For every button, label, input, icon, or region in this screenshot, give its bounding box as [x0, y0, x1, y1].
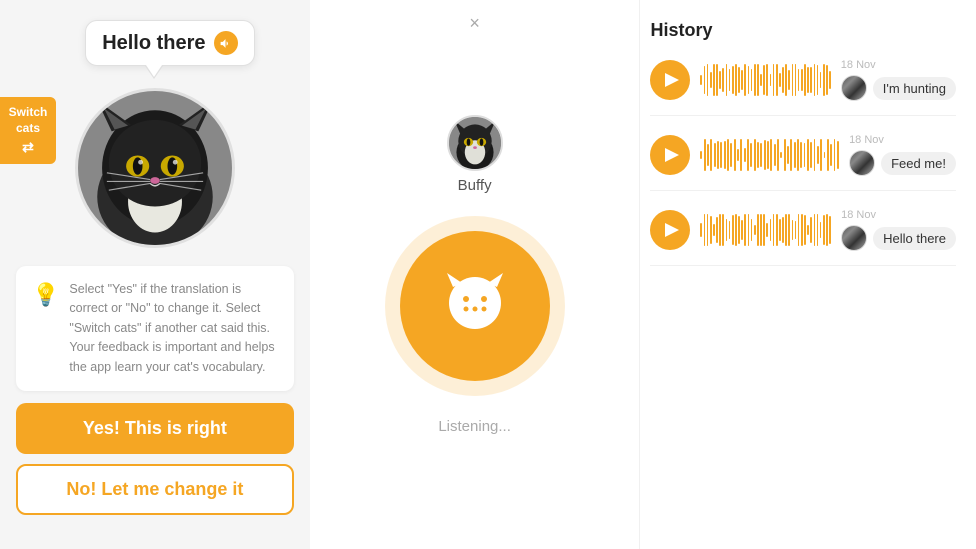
play-icon [665, 148, 679, 162]
waveform [700, 137, 839, 173]
switch-cats-arrows-icon: ⇄ [22, 138, 34, 156]
center-cat-name: Buffy [458, 177, 492, 194]
left-panel: Hello there Switch cats ⇄ [0, 0, 310, 549]
listening-text: Listening... [438, 418, 511, 435]
center-panel: × Buffy [310, 0, 640, 549]
play-button[interactable] [650, 210, 690, 250]
history-item: 18 Nov Hello there [650, 209, 956, 266]
history-label: Hello there [873, 227, 956, 250]
history-title: History [650, 20, 956, 41]
mic-button-inner [400, 231, 550, 381]
info-text: Select "Yes" if the translation is corre… [69, 280, 277, 377]
history-item: 18 Nov Feed me! [650, 134, 956, 191]
play-icon [665, 223, 679, 237]
speech-bubble: Hello there [85, 20, 254, 66]
history-date: 18 Nov [849, 134, 884, 146]
waveform [700, 212, 831, 248]
history-label: Feed me! [881, 152, 956, 175]
history-item-right: 18 Nov Feed me! [849, 134, 956, 176]
right-panel: History 18 NovI'm hunting18 NovFeed me!1… [639, 0, 976, 549]
history-cat-row: I'm hunting [841, 75, 956, 101]
history-item: 18 Nov I'm hunting [650, 59, 956, 116]
waveform [700, 62, 830, 98]
history-list: 18 Nov I'm hunting 18 Nov Feed me! 18 Nov Hel… [650, 59, 956, 266]
close-button[interactable]: × [469, 14, 480, 32]
switch-cats-button[interactable]: Switch cats ⇄ [0, 97, 56, 164]
mic-button[interactable] [385, 216, 565, 396]
speaker-icon[interactable] [214, 31, 238, 55]
history-date: 18 Nov [841, 209, 876, 221]
play-button[interactable] [650, 60, 690, 100]
history-avatar [849, 150, 875, 176]
translation-text: Hello there [102, 32, 205, 55]
history-label: I'm hunting [873, 77, 956, 100]
info-box: 💡 Select "Yes" if the translation is cor… [16, 266, 294, 391]
history-item-right: 18 Nov I'm hunting [841, 59, 956, 101]
history-cat-row: Feed me! [849, 150, 956, 176]
history-cat-row: Hello there [841, 225, 956, 251]
history-item-right: 18 Nov Hello there [841, 209, 956, 251]
history-avatar [841, 225, 867, 251]
play-icon [665, 73, 679, 87]
history-avatar [841, 75, 867, 101]
cat-avatar [75, 88, 235, 248]
no-button[interactable]: No! Let me change it [16, 464, 294, 515]
yes-button[interactable]: Yes! This is right [16, 403, 294, 454]
lightbulb-icon: 💡 [32, 282, 59, 308]
center-cat-avatar [447, 115, 503, 171]
switch-cats-label: Switch cats [8, 105, 48, 136]
history-date: 18 Nov [841, 59, 876, 71]
play-button[interactable] [650, 135, 690, 175]
